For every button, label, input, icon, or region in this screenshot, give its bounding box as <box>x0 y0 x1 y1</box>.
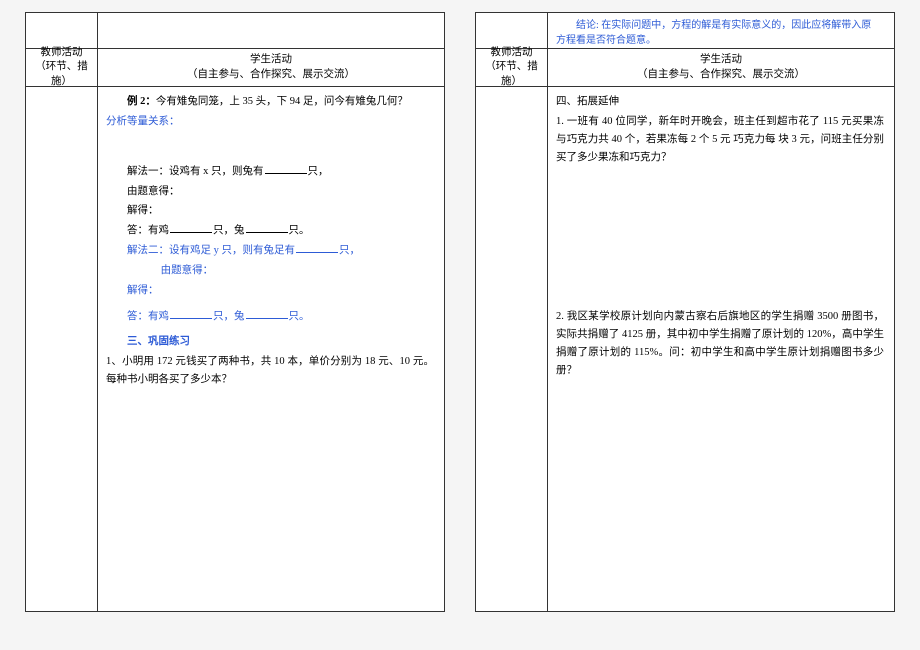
example2-label: 例 2： <box>127 96 156 107</box>
gap <box>106 133 434 163</box>
blank <box>170 309 212 319</box>
ans2-prefix: 答：有鸡 <box>127 311 169 322</box>
method2-b: 只， <box>339 245 360 256</box>
ans2-mid: 只，兔 <box>213 311 245 322</box>
right-top-left <box>476 13 548 48</box>
section3: 三、巩固练习 <box>106 333 434 351</box>
blank <box>265 164 307 174</box>
method1-label: 解法一： <box>127 166 169 177</box>
teacher-header-r: 教师活动 （环节、措施） <box>476 49 548 86</box>
student-line1: 学生活动 <box>98 53 444 67</box>
by-problem2: 由题意得： <box>106 262 434 280</box>
section4: 四、拓展延伸 <box>556 93 884 111</box>
ans-prefix: 答：有鸡 <box>127 225 169 236</box>
q1-left: 1、小明用 172 元钱买了两种书，共 10 本，单价分别为 18 元、10 元… <box>106 353 434 389</box>
blank <box>246 223 288 233</box>
method2-label: 解法二： <box>127 245 169 256</box>
student-line2: （自主参与、合作探究、展示交流） <box>98 68 444 82</box>
solve-label2: 解得： <box>106 282 434 300</box>
right-page: 结论: 在实际问题中，方程的解是有实际意义的，因此应将解带入原方程看是否符合题意… <box>475 12 895 612</box>
ans2-suffix: 只。 <box>289 311 310 322</box>
blank <box>170 223 212 233</box>
q2-right: 2. 我区某学校原计划向内蒙古察右后旗地区的学生捐赠 3500 册图书，实际共捐… <box>556 308 884 379</box>
teacher-line2-r: （环节、措施） <box>478 60 545 88</box>
student-line2-r: （自主参与、合作探究、展示交流） <box>548 68 894 82</box>
example2-text: 今有雉兔同笼，上 35 头，下 94 足，问今有雉兔几何？ <box>156 96 408 107</box>
right-body-left <box>476 87 548 611</box>
solve-label: 解得： <box>106 202 434 220</box>
student-line1-r: 学生活动 <box>548 53 894 67</box>
teacher-line1: 教师活动 <box>28 46 95 60</box>
student-header-r: 学生活动 （自主参与、合作探究、展示交流） <box>548 49 894 86</box>
left-body-left <box>26 87 98 611</box>
teacher-line1-r: 教师活动 <box>478 46 545 60</box>
example2: 例 2：今有雉兔同笼，上 35 头，下 94 足，问今有雉兔几何？ <box>106 93 434 111</box>
conclusion: 结论: 在实际问题中，方程的解是有实际意义的，因此应将解带入原方程看是否符合题意… <box>548 17 886 44</box>
ans-mid: 只，兔 <box>213 225 245 236</box>
blank <box>296 243 338 253</box>
answer2: 答：有鸡 只，兔 只。 <box>106 308 434 326</box>
right-body: 四、拓展延伸 1. 一班有 40 位同学，新年时开晚会，班主任到超市花了 115… <box>476 87 894 611</box>
left-body: 例 2：今有雉兔同笼，上 35 头，下 94 足，问今有雉兔几何？ 分析等量关系… <box>26 87 444 611</box>
gap <box>556 168 884 308</box>
student-header: 学生活动 （自主参与、合作探究、展示交流） <box>98 49 444 86</box>
right-body-right: 四、拓展延伸 1. 一班有 40 位同学，新年时开晚会，班主任到超市花了 115… <box>548 87 894 611</box>
analyze-label: 分析等量关系： <box>106 113 434 131</box>
method2-a: 设有鸡足 y 只，则有兔足有 <box>169 245 295 256</box>
teacher-line2: （环节、措施） <box>28 60 95 88</box>
method1: 解法一：设鸡有 x 只，则兔有 只， <box>106 163 434 181</box>
left-page: 教师活动 （环节、措施） 学生活动 （自主参与、合作探究、展示交流） 例 2：今… <box>25 12 445 612</box>
answer1: 答：有鸡 只，兔 只。 <box>106 222 434 240</box>
right-top-cell: 结论: 在实际问题中，方程的解是有实际意义的，因此应将解带入原方程看是否符合题意… <box>476 13 894 49</box>
method1-a: 设鸡有 x 只，则兔有 <box>169 166 264 177</box>
left-header-row: 教师活动 （环节、措施） 学生活动 （自主参与、合作探究、展示交流） <box>26 49 444 87</box>
method1-b: 只， <box>308 166 329 177</box>
method2: 解法二：设有鸡足 y 只，则有兔足有 只， <box>106 242 434 260</box>
blank <box>246 309 288 319</box>
right-header-row: 教师活动 （环节、措施） 学生活动 （自主参与、合作探究、展示交流） <box>476 49 894 87</box>
ans-suffix: 只。 <box>289 225 310 236</box>
left-top-cell <box>26 13 444 49</box>
by-problem: 由题意得： <box>106 183 434 201</box>
left-top-left <box>26 13 98 48</box>
teacher-header: 教师活动 （环节、措施） <box>26 49 98 86</box>
left-body-right: 例 2：今有雉兔同笼，上 35 头，下 94 足，问今有雉兔几何？ 分析等量关系… <box>98 87 444 611</box>
q1-right: 1. 一班有 40 位同学，新年时开晚会，班主任到超市花了 115 元买果冻与巧… <box>556 113 884 167</box>
left-top-right <box>98 17 436 44</box>
